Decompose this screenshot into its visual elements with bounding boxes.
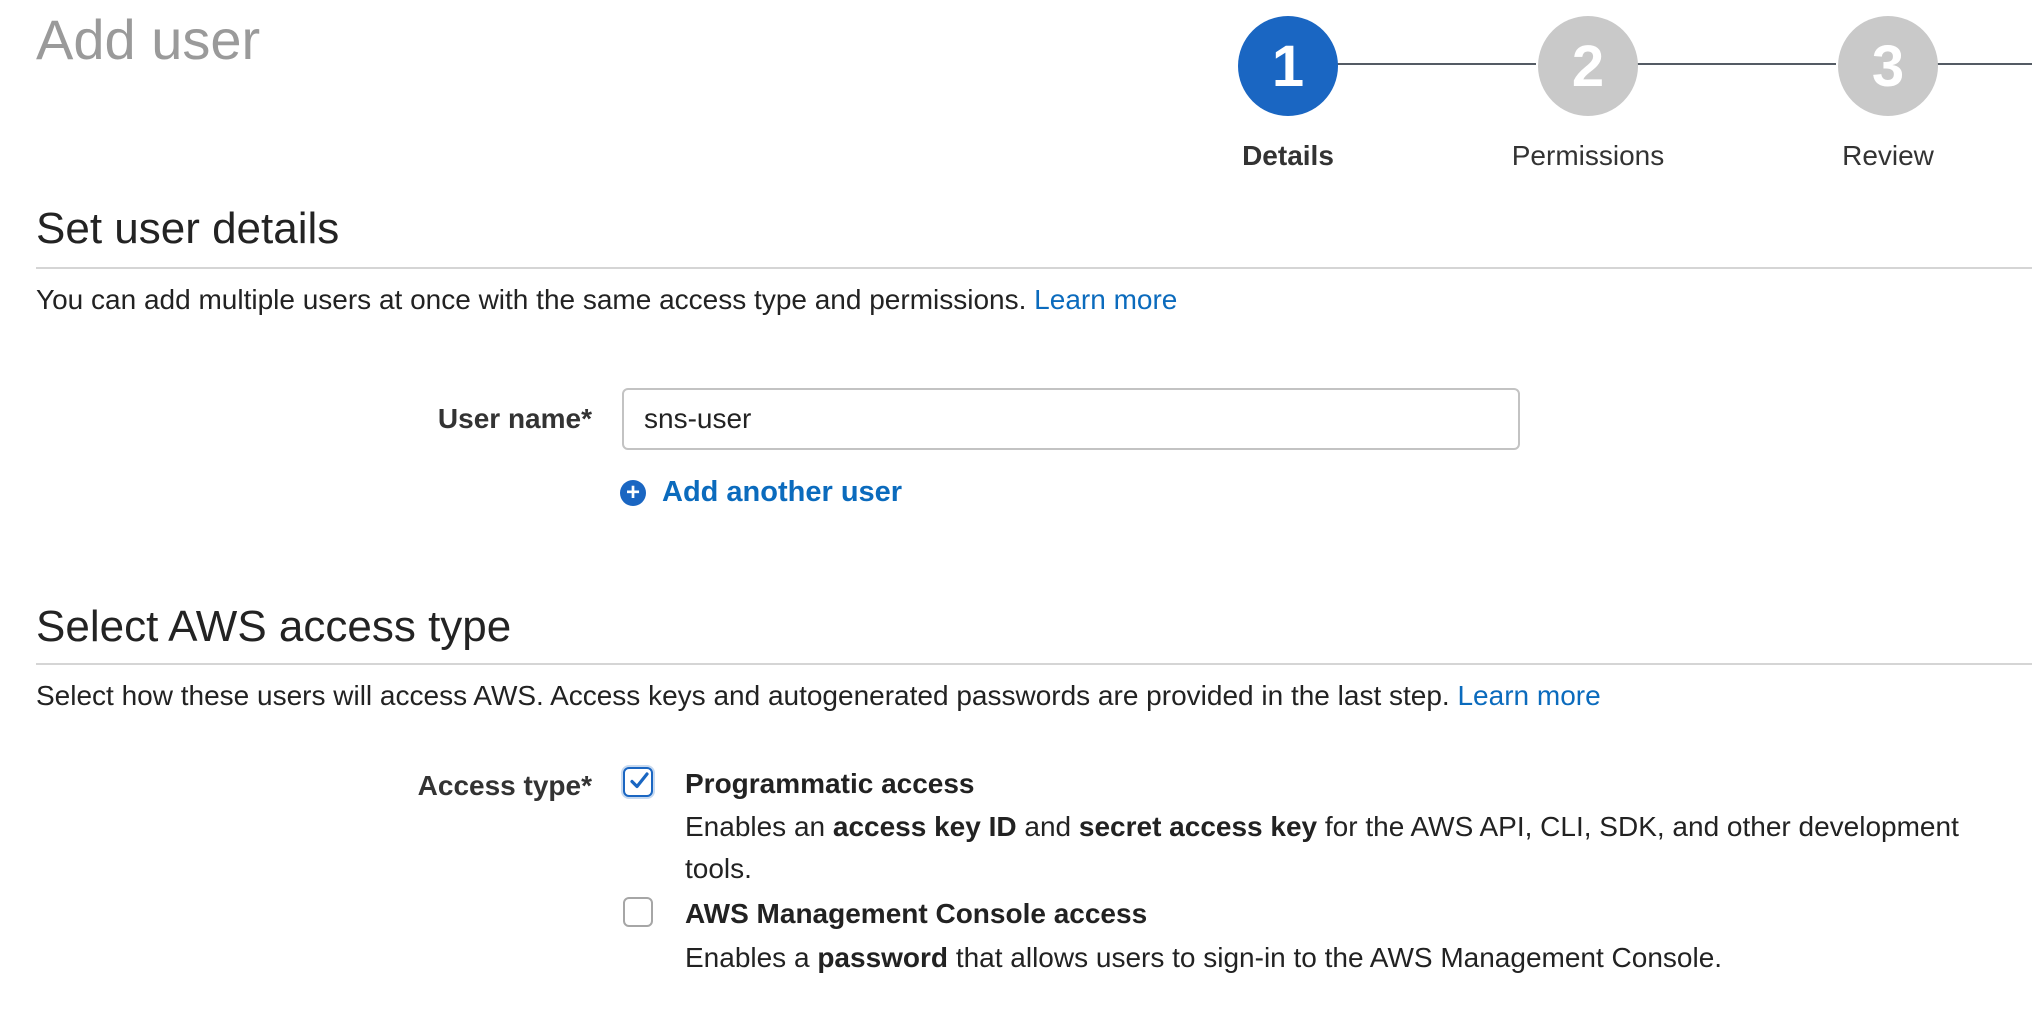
step-2-label: Permissions	[1511, 140, 1665, 171]
console-access-description: Enables a password that allows users to …	[685, 937, 2015, 979]
access-type-label: Access type*	[417, 770, 592, 801]
programmatic-access-title: Programmatic access	[685, 768, 975, 799]
check-icon	[630, 772, 649, 789]
add-another-user-label: Add another user	[662, 476, 903, 508]
programmatic-access-checkbox[interactable]	[623, 767, 653, 797]
add-user-page: Add user 1 2 3 Details Permissions Revie…	[0, 0, 2032, 1010]
access-type-description: Select how these users will access AWS. …	[36, 680, 1601, 712]
console-access-checkbox[interactable]	[623, 897, 653, 927]
desc-bold: secret access key	[1078, 811, 1318, 842]
learn-more-link[interactable]: Learn more	[1034, 284, 1177, 315]
console-access-title: AWS Management Console access	[685, 898, 1148, 929]
section-divider	[36, 267, 2032, 269]
access-type-heading: Select AWS access type	[36, 602, 512, 651]
user-name-input[interactable]	[622, 388, 1520, 450]
add-another-user-button[interactable]: + Add another user	[620, 476, 902, 509]
step-1-label: Details	[1242, 140, 1334, 171]
step-1-circle[interactable]: 1	[1238, 16, 1338, 116]
user-details-description: You can add multiple users at once with …	[36, 284, 1177, 316]
plus-circle-icon: +	[620, 479, 646, 506]
desc-bold: access key ID	[832, 811, 1017, 842]
desc-bold: password	[817, 942, 949, 973]
desc-text: that allows users to sign-in to the AWS …	[955, 942, 1723, 973]
access-type-description-text: Select how these users will access AWS. …	[36, 680, 1450, 711]
step-3-number: 3	[1871, 33, 1905, 99]
desc-text: Enables an	[685, 811, 826, 842]
user-details-description-text: You can add multiple users at once with …	[36, 284, 1027, 315]
user-details-heading: Set user details	[36, 204, 340, 253]
step-1-number: 1	[1271, 33, 1305, 99]
desc-text: Enables a	[685, 942, 810, 973]
user-name-label: User name*	[437, 403, 592, 434]
desc-text: and	[1024, 811, 1072, 842]
step-2-number: 2	[1571, 33, 1605, 99]
step-3-label: Review	[1842, 140, 1934, 171]
section-divider	[36, 663, 2032, 665]
step-2-circle[interactable]: 2	[1538, 16, 1638, 116]
programmatic-access-description: Enables an access key ID and secret acce…	[685, 806, 2015, 890]
learn-more-link[interactable]: Learn more	[1457, 680, 1600, 711]
step-3-circle[interactable]: 3	[1838, 16, 1938, 116]
page-title: Add user	[36, 8, 261, 71]
